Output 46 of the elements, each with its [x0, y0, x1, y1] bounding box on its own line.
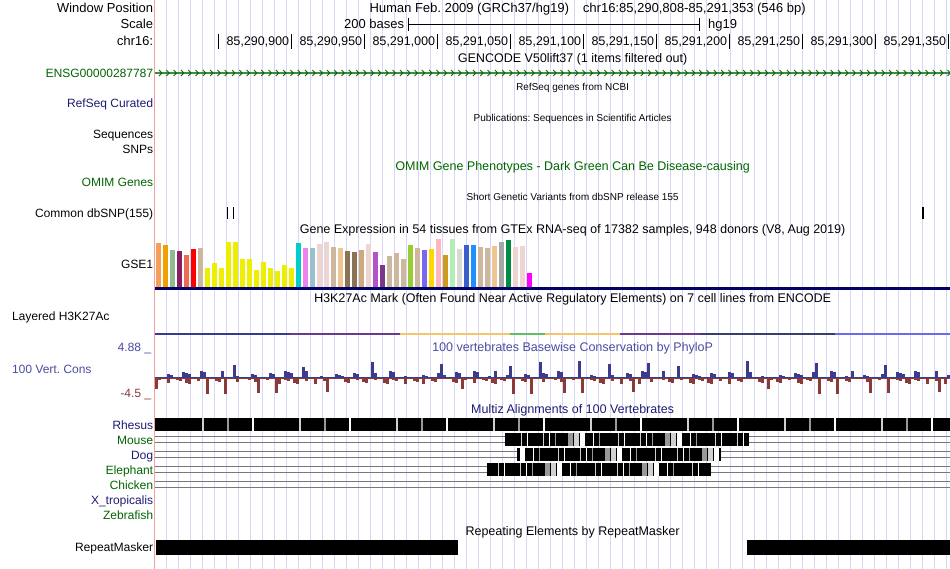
species-label: Mouse [116, 432, 153, 448]
scale-db: hg19 [708, 16, 737, 32]
track-title: GENCODE V50lift37 (1 items filtered out) [458, 52, 688, 64]
track-title: H3K27Ac Mark (Often Found Near Active Regulatory Elements) on 7 cell lines from ENCODE [314, 292, 831, 304]
track-label: Layered H3K27Ac [12, 308, 110, 325]
species-label: Elephant [106, 462, 153, 478]
track-label: Sequences [92, 127, 153, 142]
track-title: OMIM Gene Phenotypes - Dark Green Can Be Disease-causing [395, 160, 750, 172]
track-label: OMIM Genes [82, 175, 153, 190]
track-title: Gene Expression in 54 tissues from GTEx RNA-seq of 17382 samples, 948 donors (V8, Aug 2019) [300, 222, 846, 236]
position-text: chr16:85,290,808-85,291,353 (546 bp) [582, 0, 806, 16]
track-title: Repeating Elements by RepeatMasker [465, 524, 680, 538]
track-title: Short Genetic Variants from dbSNP release 155 [466, 193, 678, 203]
axis-min-label: -4.5 _ [120, 386, 151, 400]
species-label: Zebrafish [102, 506, 153, 524]
species-label: Rhesus [112, 416, 153, 434]
ruler-tick-label: 85,291,000 [372, 34, 435, 48]
ruler-tick-label: 85,291,150 [591, 34, 654, 48]
ruler-tick-label: 85,291,350 [883, 34, 946, 48]
scale-text: 200 bases [344, 16, 404, 32]
ruler-tick-label: 85,291,100 [518, 34, 581, 48]
scale-label: Scale [120, 15, 153, 34]
ruler-tick-label: 85,291,200 [664, 34, 727, 48]
species-label: Chicken [110, 476, 153, 494]
track-label: RefSeq Curated [66, 96, 153, 111]
assembly-name: Human Feb. 2009 (GRCh37/hg19) [369, 0, 569, 16]
track-label: ENSG00000287787 [46, 66, 153, 80]
species-label: Dog [130, 446, 153, 464]
track-label: 100 Vert. Cons [11, 362, 92, 376]
ruler-tick-label: 85,291,050 [445, 34, 508, 48]
species-label: X_tropicalis [90, 492, 153, 508]
track-label: Common dbSNP(155) [34, 206, 153, 220]
ruler-tick-label: 85,290,900 [226, 34, 289, 48]
ruler-tick-label: 85,291,250 [737, 34, 800, 48]
ruler-tick-label: 85,290,950 [299, 34, 362, 48]
track-label: GSE1 [120, 256, 153, 272]
window-position-label: Window Position [56, 0, 153, 18]
track-title: 100 vertebrates Basewise Conservation by PhyloP [432, 340, 713, 354]
track-title: RefSeq genes from NCBI [516, 83, 629, 93]
track-label: RepeatMasker [74, 540, 153, 555]
track-label: SNPs [122, 142, 153, 157]
track-title: Publications: Sequences in Scientific Articles [474, 114, 672, 124]
axis-max-label: 4.88 _ [118, 340, 151, 354]
ruler-tick-label: 85,291,300 [810, 34, 873, 48]
track-title: Multiz Alignments of 100 Vertebrates [471, 403, 674, 416]
chrom-label: chr16: [116, 32, 153, 50]
